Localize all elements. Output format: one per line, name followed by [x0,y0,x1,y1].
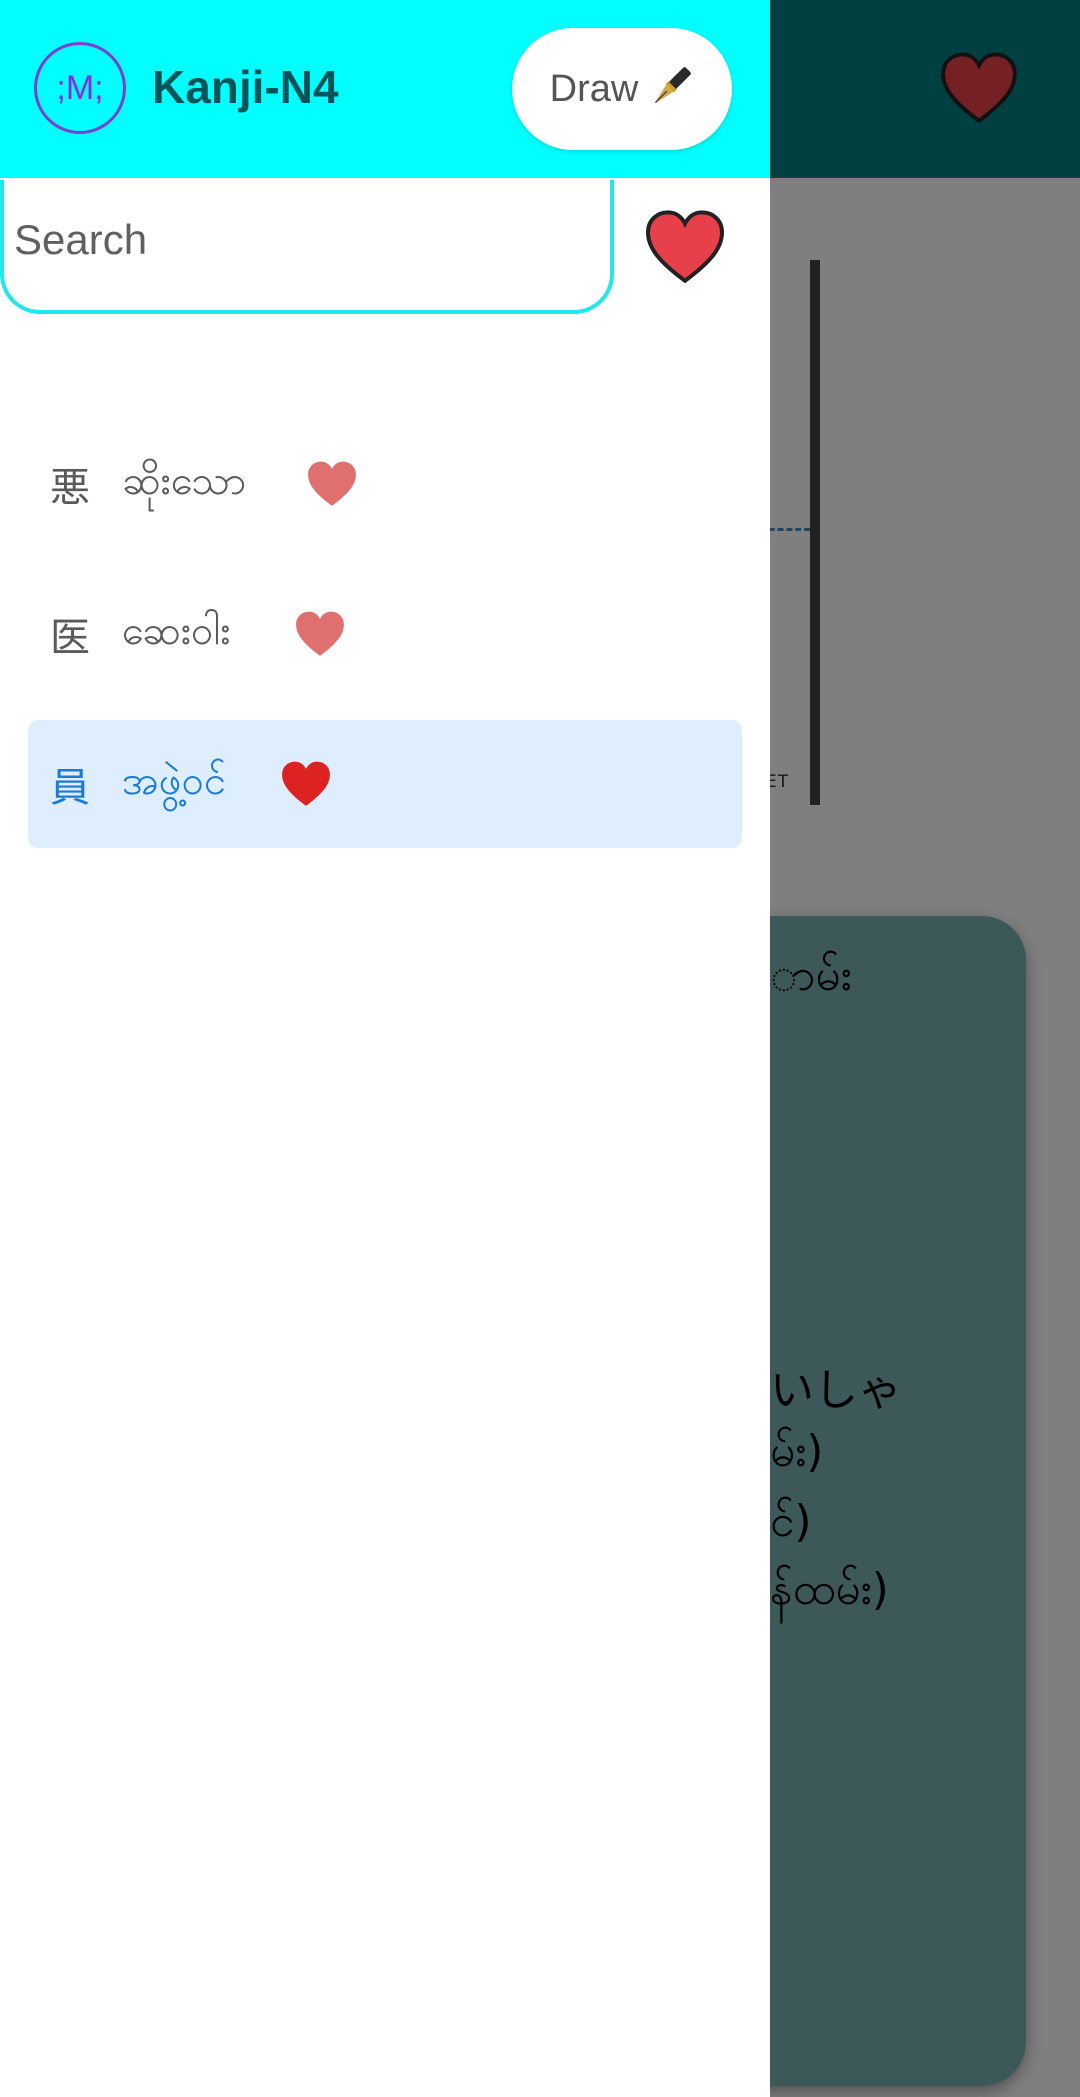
favorites-filter-heart-icon[interactable] [644,210,726,284]
item-kanji: 悪 [50,465,90,511]
list-item-selected[interactable]: 員 အဖွဲ့ဝင် [28,720,742,848]
navigation-drawer: ;M; Kanji-N4 Draw 悪 ဆိုးသော [0,0,770,2097]
list-item[interactable]: 医 ဆေးဝါး [28,570,742,698]
item-kanji: 医 [50,615,90,661]
app-title: Kanji-N4 [152,61,339,113]
list-item[interactable]: 悪 ဆိုးသော [28,420,742,548]
draw-button-label: Draw [549,67,639,110]
search-input[interactable] [14,216,574,264]
heart-icon[interactable] [294,610,346,658]
item-meaning: အဖွဲ့ဝင် [122,757,227,804]
draw-button[interactable]: Draw [512,28,732,150]
kanji-list: 悪 ဆိုးသော 医 ဆေးဝါး 員 အဖွဲ့ဝင် [28,420,742,870]
app-logo: ;M; [34,42,126,134]
drawer-header: ;M; Kanji-N4 Draw [0,0,770,178]
item-kanji: 員 [50,765,90,811]
item-meaning: ဆေးဝါး [122,607,231,654]
fountain-pen-icon [654,67,692,104]
item-meaning: ဆိုးသော [122,457,247,504]
search-box[interactable] [0,180,614,314]
heart-icon[interactable] [280,760,332,808]
heart-icon[interactable] [306,460,358,508]
